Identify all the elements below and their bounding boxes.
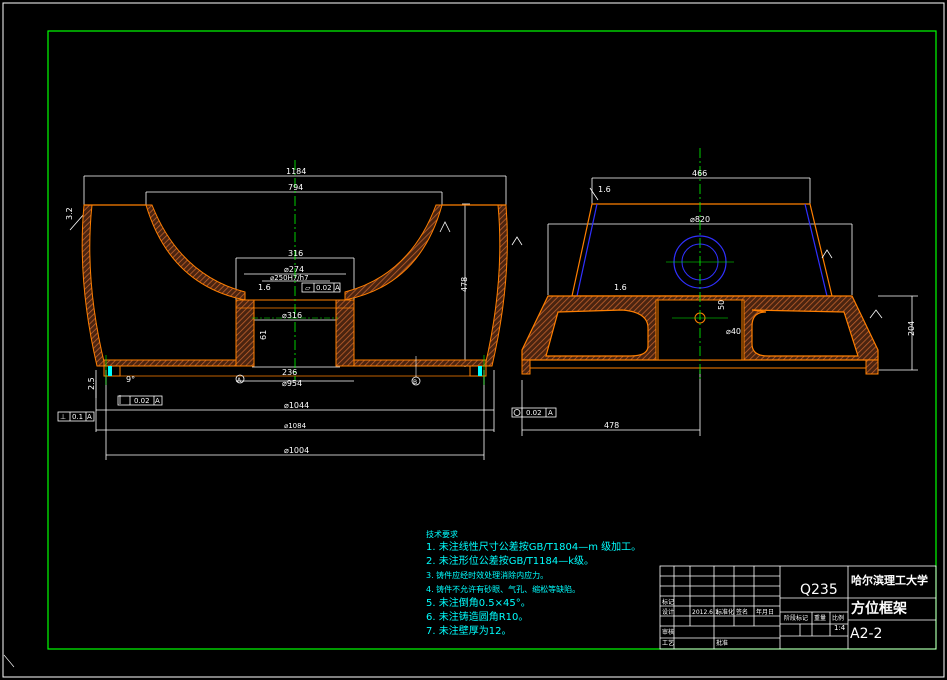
dim-bore-top: ⌀274 (284, 265, 304, 274)
dim-left-thk: 2.5 (87, 377, 96, 390)
r-dim-bottom: 478 (604, 421, 619, 430)
tb-part-name: 方位框架 (851, 600, 907, 617)
r-dim-height: 204 (907, 321, 916, 336)
dim-flange-dia: ⌀1084 (284, 422, 307, 430)
dim-bottom-dia: ⌀1004 (284, 446, 309, 455)
tb-cell-ratio: 比例 (832, 614, 844, 622)
dim-top-overall: 1184 (286, 167, 306, 176)
dim-chamfer: 1.6 (258, 283, 271, 292)
dim-top-inner: 794 (288, 183, 303, 192)
tb-label-mark: 标记 (662, 598, 674, 606)
tb-cell-date: 年月日 (756, 608, 774, 616)
tb-cell-stage: 阶段标记 (784, 614, 808, 622)
r-dim-hole: 50 (717, 300, 726, 310)
dim-base-dia: ⌀954 (282, 379, 302, 388)
dim-r1: 61 (259, 330, 268, 340)
note-line-5: 5. 未注倒角0.5×45°。 (426, 596, 531, 609)
dim-top-left-rough: 3.2 (65, 207, 74, 220)
dim-height-right: 478 (460, 277, 469, 292)
tb-material: Q235 (800, 582, 838, 598)
tol-neck-value: 0.02 (316, 284, 332, 292)
dim-bore-bottom: 236 (282, 368, 297, 377)
cad-drawing-canvas[interactable]: 1184 794 316 ⌀274 ⌀250H7/h7 1.6 ⌀316 478… (0, 0, 947, 680)
r-dim-chamfer-top: 1.6 (598, 185, 611, 194)
svg-text:⊥: ⊥ (60, 413, 66, 421)
note-line-2: 2. 未注形位公差按GB/T1184—k级。 (426, 554, 594, 567)
dim-base-outer: ⌀1044 (284, 401, 309, 410)
svg-text:▱: ▱ (305, 284, 311, 292)
note-line-1: 1. 未注线性尺寸公差按GB/T1804—m 级加工。 (426, 540, 641, 553)
tb-std: 标准化 (716, 608, 734, 616)
right-side-view: 466 1.6 ⌀820 1.6 50 ⌀40 204 478 0.02 A (511, 148, 918, 436)
technical-notes: 技术要求 1. 未注线性尺寸公差按GB/T1804—m 级加工。 2. 未注形位… (426, 529, 641, 637)
note-line-6: 6. 未注铸造圆角R10。 (426, 610, 528, 623)
r-tol-value: 0.02 (526, 409, 542, 417)
dim-bore-lower: ⌀316 (282, 311, 302, 320)
tb-label-process: 工艺 (662, 639, 674, 647)
r-dim-dia: ⌀820 (690, 215, 710, 224)
tb-cell-sign: 签名 (736, 608, 748, 616)
dim-neck-width: 316 (288, 249, 303, 258)
note-line-4: 4. 铸件不允许有砂眼、气孔、缩松等缺陷。 (426, 584, 580, 594)
notes-title: 技术要求 (426, 529, 458, 539)
dim-angle: 9° (126, 375, 135, 384)
r-tol-datum: A (548, 409, 553, 417)
tb-school: 哈尔滨理工大学 (851, 573, 928, 587)
left-section-view: 1184 794 316 ⌀274 ⌀250H7/h7 1.6 ⌀316 478… (57, 160, 523, 460)
tb-scale: 1:4 (834, 624, 846, 632)
note-line-7: 7. 未注壁厚为12。 (426, 624, 511, 637)
tb-label-design: 设计 (662, 608, 674, 616)
r-dim-hole-dia: ⌀40 (726, 327, 741, 336)
r-dim-chamfer-mid: 1.6 (614, 283, 627, 292)
tb-drawing-no: A2-2 (850, 626, 882, 642)
tol-neck-datum: A (335, 284, 340, 292)
note-line-3: 3. 铸件应经时效处理消除内应力。 (426, 570, 548, 580)
tol-left-value: 0.1 (72, 413, 83, 421)
tb-approve: 批准 (716, 639, 728, 647)
tol-left-datum: A (87, 413, 92, 421)
tb-cell-weight: 重量 (814, 614, 826, 622)
tb-label-review: 审核 (662, 628, 674, 636)
tol-bottom-value: 0.02 (134, 397, 150, 405)
r-dim-top: 466 (692, 169, 707, 178)
datum-circle-b: B (413, 379, 417, 386)
dim-bore-fit: ⌀250H7/h7 (270, 274, 309, 282)
tol-bottom-datum: A (155, 397, 160, 405)
tb-date: 2012.6.1 (692, 609, 719, 616)
